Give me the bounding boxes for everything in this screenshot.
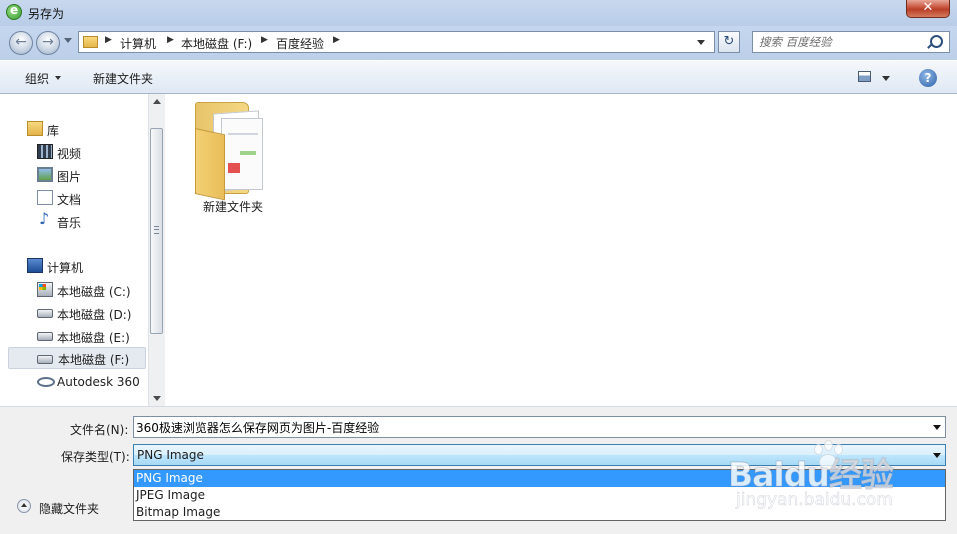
nav-computer[interactable]: 计算机 (27, 255, 137, 277)
view-options-icon[interactable] (858, 71, 871, 82)
scroll-up-arrow-icon[interactable] (153, 99, 161, 104)
filetype-option-bitmap[interactable]: Bitmap Image (134, 504, 945, 521)
chevron-right-icon[interactable]: ▶ (105, 35, 112, 45)
chevron-right-icon[interactable]: ▶ (167, 35, 174, 45)
filetype-label: 保存类型(T): (61, 450, 130, 464)
nav-item-documents[interactable]: 文档 (37, 187, 137, 209)
breadcrumb-drive-f[interactable]: 本地磁盘 (F:) (181, 35, 252, 52)
nav-libraries[interactable]: 库 (27, 118, 137, 140)
new-folder-button[interactable]: 新建文件夹 (93, 70, 153, 87)
blurred-url (85, 5, 89, 19)
breadcrumb-computer[interactable]: 计算机 (120, 35, 156, 52)
folder-page (221, 118, 263, 190)
nav-label: 视频 (57, 147, 82, 161)
navigation-pane: 库 视频 图片 文档 音乐 计算机 本地磁盘 (C:) 本地磁盘 (D:) 本地… (0, 94, 148, 406)
nav-label: 库 (47, 124, 60, 138)
filetype-select[interactable]: PNG Image (133, 444, 946, 466)
address-row: ← → ▶ 计算机 ▶ 本地磁盘 (F:) ▶ 百度经验 ▶ ↻ (0, 26, 957, 60)
drive-icon (37, 332, 53, 341)
forward-button[interactable]: → (36, 31, 60, 55)
folder-front (195, 128, 225, 201)
navigation-scrollbar[interactable] (148, 94, 165, 406)
filename-combobox[interactable] (133, 416, 946, 438)
nav-label: 本地磁盘 (D:) (57, 308, 132, 322)
grip-icon (154, 226, 159, 234)
hide-folders-label: 隐藏文件夹 (39, 502, 100, 516)
address-bar[interactable]: ▶ 计算机 ▶ 本地磁盘 (F:) ▶ 百度经验 ▶ (78, 31, 715, 53)
nav-label: 本地磁盘 (C:) (57, 285, 131, 299)
title-bar: 另存为 ✕ (0, 0, 957, 26)
nav-label: Autodesk 360 (57, 375, 140, 389)
system-drive-icon (37, 282, 53, 297)
search-input[interactable] (753, 32, 929, 52)
drive-icon (37, 309, 53, 318)
filetype-option-png[interactable]: PNG Image (134, 470, 945, 487)
search-icon[interactable] (930, 35, 943, 48)
document-icon (37, 190, 53, 205)
command-toolbar: 组织 新建文件夹 ? (0, 60, 957, 94)
nav-item-videos[interactable]: 视频 (37, 141, 137, 163)
computer-icon (27, 258, 43, 273)
scroll-down-arrow-icon[interactable] (153, 396, 161, 401)
filetype-dropdown-list: PNG Image JPEG Image Bitmap Image (133, 469, 946, 521)
nav-label: 音乐 (57, 216, 82, 230)
library-icon (27, 121, 43, 136)
nav-label: 本地磁盘 (E:) (57, 331, 130, 345)
help-icon[interactable]: ? (919, 69, 937, 87)
window-title: 另存为 (28, 7, 65, 21)
browser-icon (6, 3, 22, 20)
filename-input[interactable] (134, 417, 926, 437)
recent-locations-dropdown[interactable] (64, 38, 72, 43)
music-icon (37, 209, 53, 228)
chevron-down-icon[interactable] (933, 425, 941, 430)
filetype-selected-value: PNG Image (137, 448, 204, 462)
nav-label: 文档 (57, 193, 82, 207)
nav-item-music[interactable]: 音乐 (37, 209, 137, 232)
organize-button[interactable]: 组织 (25, 70, 62, 87)
scrollbar-thumb[interactable] (150, 128, 163, 334)
file-list-pane[interactable] (165, 94, 957, 406)
search-box[interactable] (752, 31, 950, 53)
nav-label: 本地磁盘 (F:) (58, 353, 130, 367)
picture-icon (37, 167, 53, 182)
chevron-down-icon[interactable] (933, 453, 941, 458)
nav-label: 计算机 (47, 261, 84, 275)
address-history-dropdown[interactable] (697, 40, 705, 45)
nav-item-drive-f[interactable]: 本地磁盘 (F:) (8, 347, 146, 369)
autodesk-cloud-icon (37, 377, 55, 387)
nav-item-drive-e[interactable]: 本地磁盘 (E:) (37, 325, 142, 347)
refresh-button[interactable]: ↻ (718, 31, 740, 53)
video-icon (37, 144, 53, 159)
nav-label: 图片 (57, 170, 82, 184)
folder-name-label[interactable]: 新建文件夹 (203, 198, 263, 215)
chevron-up-icon (17, 499, 31, 513)
nav-item-drive-c[interactable]: 本地磁盘 (C:) (37, 279, 142, 301)
chevron-right-icon[interactable]: ▶ (261, 35, 268, 45)
nav-item-pictures[interactable]: 图片 (37, 164, 137, 186)
close-button[interactable]: ✕ (906, 0, 950, 18)
back-button[interactable]: ← (9, 31, 33, 55)
view-dropdown-icon[interactable] (882, 76, 890, 81)
folder-icon (83, 36, 98, 48)
drive-icon (37, 355, 53, 364)
filetype-option-jpeg[interactable]: JPEG Image (134, 487, 945, 504)
filename-label: 文件名(N): (70, 423, 129, 437)
nav-item-autodesk-360[interactable]: Autodesk 360 (37, 371, 142, 393)
chevron-right-icon[interactable]: ▶ (333, 35, 340, 45)
nav-item-drive-d[interactable]: 本地磁盘 (D:) (37, 302, 142, 324)
breadcrumb-baidu-jingyan[interactable]: 百度经验 (276, 35, 324, 52)
